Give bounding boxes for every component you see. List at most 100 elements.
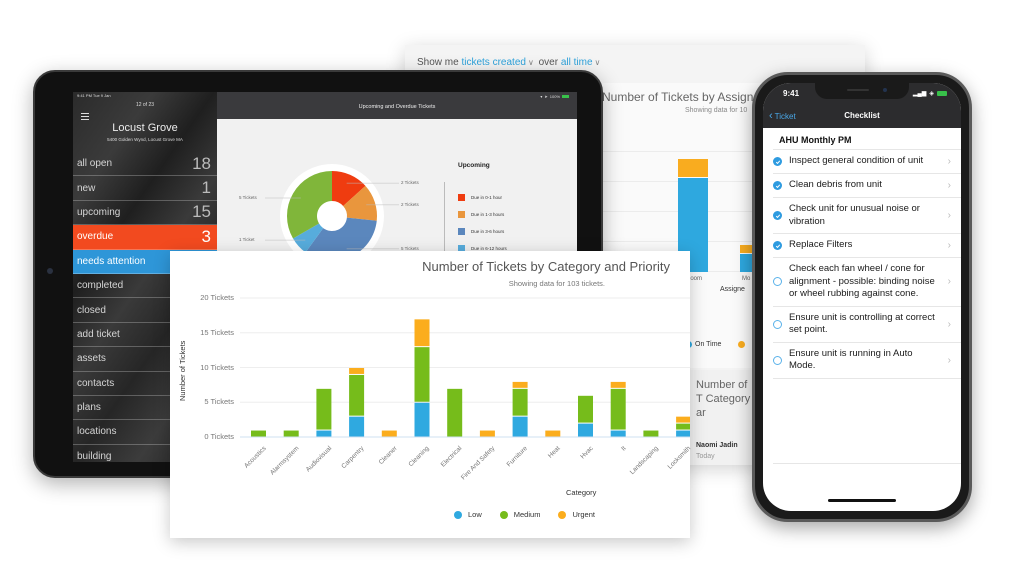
- chevron-right-icon: ›: [947, 180, 951, 191]
- checklist-item[interactable]: Clean debris from unit ›: [773, 173, 961, 197]
- bar-segment-urgent[interactable]: [512, 381, 528, 388]
- checklist-item[interactable]: Check each fan wheel / cone for alignmen…: [773, 257, 961, 306]
- bar-segment-medium[interactable]: [283, 430, 299, 437]
- unchecked-circle-icon[interactable]: [773, 277, 782, 287]
- chevron-right-icon: ›: [947, 354, 951, 366]
- checklist-item-text: Replace Filters: [789, 239, 853, 251]
- bar-segment-medium[interactable]: [643, 430, 659, 437]
- home-indicator[interactable]: [828, 499, 896, 502]
- assigned-bar-segment[interactable]: [740, 244, 752, 253]
- sidebar-item-new[interactable]: new 1: [73, 176, 217, 201]
- checklist-item-text: Inspect general condition of unit: [789, 155, 924, 167]
- bar-segment-low[interactable]: [316, 430, 332, 437]
- checked-circle-icon[interactable]: [773, 241, 782, 250]
- wifi-icon: ▾: [540, 94, 543, 99]
- battery-percent: 100%: [549, 94, 560, 99]
- x-axis-title: Category: [566, 488, 597, 497]
- bar-segment-medium[interactable]: [447, 388, 463, 437]
- chevron-right-icon: ›: [947, 210, 951, 221]
- checklist-item[interactable]: Check unit for unusual noise or vibratio…: [773, 197, 961, 233]
- wifi-icon: ◈: [929, 91, 934, 97]
- bar-segment-medium[interactable]: [414, 347, 430, 402]
- status-bar-left: 9:41 PM Tue 9 Jan: [77, 93, 111, 98]
- bar-segment-medium[interactable]: [512, 388, 528, 416]
- chevron-down-icon[interactable]: ∨: [595, 58, 601, 67]
- filter-prefix: Show me: [417, 57, 459, 68]
- filter-middle: over: [538, 57, 559, 68]
- divider: [773, 463, 961, 464]
- status-bar-right: ▾ ➤ 100%: [540, 94, 569, 99]
- checklist-item-text: Check each fan wheel / cone for alignmen…: [789, 263, 935, 299]
- bar-segment-urgent[interactable]: [414, 319, 430, 347]
- checklist-heading: AHU Monthly PM: [779, 135, 852, 145]
- legend-item-medium[interactable]: Medium: [499, 510, 541, 519]
- legend-item: Due in 3-6 hours: [458, 228, 504, 235]
- legend-swatch: [458, 228, 465, 235]
- list-end-divider: [773, 377, 961, 379]
- bar-segment-medium[interactable]: [316, 388, 332, 430]
- sidebar-item-label: new: [77, 182, 96, 194]
- chevron-down-icon[interactable]: ∨: [528, 58, 534, 67]
- checked-circle-icon[interactable]: [773, 181, 782, 190]
- legend-dot: [454, 510, 462, 519]
- legend-item-low[interactable]: Low: [454, 510, 482, 519]
- sidebar-item-count: 18: [192, 153, 211, 173]
- sidebar-item-all-open[interactable]: all open 18: [73, 152, 217, 177]
- checklist: Inspect general condition of unit › Clean …: [763, 149, 961, 379]
- checklist-item-text: Check unit for unusual noise or vibratio…: [789, 203, 920, 227]
- range-dropdown[interactable]: all time: [561, 57, 593, 68]
- bar-segment-urgent[interactable]: [479, 430, 495, 437]
- checklist-item[interactable]: Ensure unit is running in Auto Mode. ›: [773, 341, 961, 378]
- battery-icon: [937, 91, 947, 96]
- chevron-right-icon: ›: [947, 318, 951, 330]
- unchecked-circle-icon[interactable]: [773, 355, 782, 365]
- bar-segment-urgent[interactable]: [610, 381, 626, 388]
- bar-segment-low[interactable]: [610, 430, 626, 437]
- hamburger-menu-icon[interactable]: [81, 113, 89, 122]
- legend-item: Due in 0-1 hour: [458, 194, 502, 201]
- bar-segment-urgent[interactable]: [676, 416, 690, 423]
- bar-segment-low[interactable]: [578, 423, 593, 437]
- chevron-right-icon: ›: [947, 156, 951, 167]
- sidebar-item-overdue[interactable]: overdue 3: [73, 225, 217, 250]
- camera-icon: [883, 88, 887, 92]
- pie-slice-label: 1 Ticket: [239, 237, 255, 243]
- bar-segment-low[interactable]: [349, 416, 365, 437]
- legend-label: Medium: [513, 510, 541, 519]
- dashboard-title: Upcoming and Overdue Tickets: [358, 104, 436, 110]
- bar-segment-medium[interactable]: [676, 423, 690, 430]
- bar-segment-low[interactable]: [414, 402, 430, 437]
- checklist-item[interactable]: Ensure unit is controlling at correct se…: [773, 305, 961, 342]
- assigned-bar-segment[interactable]: [740, 254, 752, 272]
- bar-segment-urgent[interactable]: [545, 430, 561, 437]
- assigned-chart-title: Number of Tickets by Assigned T: [602, 90, 778, 104]
- category-priority-chart-card: Number of Tickets by Category and Priori…: [170, 251, 693, 538]
- bar-segment-medium[interactable]: [578, 395, 593, 423]
- bar-segment-urgent[interactable]: [381, 430, 397, 437]
- bar-segment-urgent[interactable]: [349, 368, 365, 374]
- legend-item: Due in 1-3 hours: [458, 211, 504, 218]
- checked-circle-icon[interactable]: [773, 157, 782, 166]
- checklist-item[interactable]: Inspect general condition of unit ›: [773, 149, 961, 173]
- bar-segment-medium[interactable]: [251, 430, 266, 437]
- battery-icon: [562, 95, 569, 98]
- unchecked-circle-icon[interactable]: [773, 319, 782, 329]
- page-counter: 12 of 23: [135, 102, 155, 108]
- metric-dropdown[interactable]: tickets created: [461, 57, 525, 68]
- chevron-right-icon: ›: [947, 240, 951, 251]
- checklist-item[interactable]: Replace Filters ›: [773, 233, 961, 257]
- bar-segment-medium[interactable]: [349, 374, 365, 416]
- bar-chart-svg: [240, 297, 690, 438]
- bar-segment-medium[interactable]: [610, 388, 626, 430]
- bar-segment-low[interactable]: [512, 416, 528, 437]
- checked-circle-icon[interactable]: [773, 211, 782, 220]
- location-icon: ➤: [544, 94, 548, 99]
- sidebar-item-label: upcoming: [77, 206, 121, 218]
- report-filter: Show me tickets created ∨ over all time ∨: [417, 57, 602, 68]
- legend-label: Due in 1-3 hours: [471, 212, 505, 217]
- pie-slice-label: 2 Tickets: [401, 180, 419, 186]
- assigned-bar-segment[interactable]: [678, 159, 708, 177]
- bar-segment-low[interactable]: [676, 430, 690, 437]
- sidebar-item-upcoming[interactable]: upcoming 15: [73, 201, 217, 226]
- legend-item-urgent[interactable]: Urgent: [558, 510, 595, 519]
